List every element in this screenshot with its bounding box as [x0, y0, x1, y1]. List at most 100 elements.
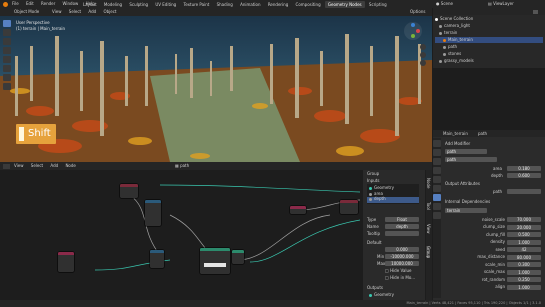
- measure-tool-icon[interactable]: [3, 83, 11, 90]
- scene-collection-row[interactable]: Scene Collection: [435, 16, 473, 22]
- outliner-filter-icon[interactable]: [533, 9, 538, 14]
- navigation-gizmo[interactable]: [404, 22, 422, 40]
- default-field[interactable]: 0.000: [385, 247, 419, 252]
- node-menu-add[interactable]: Add: [50, 163, 58, 168]
- sidebar-tab-view[interactable]: View: [426, 224, 431, 234]
- outliner-item-selected[interactable]: Main_terrain: [435, 37, 543, 43]
- area-field[interactable]: 0.180: [507, 166, 541, 171]
- cursor-tool-icon[interactable]: [3, 29, 11, 36]
- node-menu-node[interactable]: Node: [65, 163, 75, 168]
- modifier-name-field[interactable]: path: [445, 149, 487, 154]
- menu-edit[interactable]: Edit: [26, 1, 34, 6]
- menu-render[interactable]: Render: [41, 1, 55, 6]
- output-props-icon[interactable]: [433, 158, 441, 165]
- add-modifier-button[interactable]: Add Modifier: [445, 142, 470, 146]
- tab-rendering[interactable]: Rendering: [265, 1, 291, 8]
- depth-field[interactable]: 0.600: [507, 173, 541, 178]
- property-row-field[interactable]: 0.500: [507, 232, 541, 237]
- tab-scripting[interactable]: Scripting: [366, 1, 390, 8]
- hide-value-checkbox[interactable]: □ Hide Value: [385, 269, 411, 273]
- node-tree-selector[interactable]: ▦ path: [175, 164, 189, 168]
- physics-props-icon[interactable]: [433, 212, 441, 219]
- outliner-item[interactable]: camera_light: [439, 23, 470, 29]
- max-field[interactable]: 10000.000: [385, 261, 419, 266]
- mode-selector[interactable]: Object Mode: [14, 10, 39, 14]
- output-attributes-header[interactable]: Output Attributes: [445, 182, 480, 186]
- transform-tool-icon[interactable]: [3, 65, 11, 72]
- sidebar-tab-group[interactable]: Group: [426, 246, 431, 259]
- tool-props-icon[interactable]: [433, 140, 441, 147]
- property-row-field[interactable]: 70.000: [507, 217, 541, 222]
- axis-x-icon[interactable]: [416, 29, 420, 33]
- move-tool-icon[interactable]: [3, 38, 11, 45]
- property-row-field[interactable]: 1.000: [507, 269, 541, 275]
- options-dropdown[interactable]: Options: [410, 10, 425, 14]
- viewport-3d[interactable]: User Perspective (1) terrain | Main_terr…: [0, 16, 432, 162]
- tab-shading[interactable]: Shading: [214, 1, 236, 8]
- path-attribute-field[interactable]: [507, 189, 541, 194]
- render-props-icon[interactable]: [433, 149, 441, 156]
- editor-type-icon[interactable]: [3, 163, 10, 169]
- world-props-icon[interactable]: [433, 176, 441, 183]
- outliner-item[interactable]: stones: [443, 51, 461, 57]
- node-menu-view[interactable]: View: [14, 163, 24, 168]
- outliner-item[interactable]: grassy_models: [439, 58, 474, 64]
- scene-selector[interactable]: ● Scene: [436, 2, 453, 6]
- outputs-header[interactable]: Outputs: [367, 286, 383, 290]
- axis-y-icon[interactable]: [411, 34, 415, 38]
- axis-z-icon[interactable]: [411, 23, 415, 27]
- properties-modifier[interactable]: path: [478, 131, 487, 136]
- node-input-value[interactable]: [58, 252, 74, 272]
- tab-compositing[interactable]: Compositing: [293, 1, 324, 8]
- group-section-header[interactable]: Group: [367, 172, 379, 176]
- select-tool-icon[interactable]: [3, 20, 11, 27]
- tab-texture-paint[interactable]: Texture Paint: [181, 1, 213, 8]
- node-menu-select[interactable]: Select: [31, 163, 43, 168]
- property-row-field[interactable]: 0.300: [507, 262, 541, 267]
- outliner-item[interactable]: path: [443, 44, 457, 50]
- output-socket-item[interactable]: Geometry: [369, 293, 394, 297]
- tab-layout[interactable]: Layout: [80, 1, 100, 8]
- property-row-field[interactable]: 1.000: [507, 284, 541, 290]
- menu-file[interactable]: File: [12, 1, 19, 6]
- camera-view-icon[interactable]: [420, 60, 426, 66]
- viewlayer-selector[interactable]: ▤ ViewLayer: [488, 2, 514, 6]
- instanced-header[interactable]: Internal Dependencies: [445, 200, 490, 204]
- vp-menu-select[interactable]: Select: [69, 9, 81, 14]
- socket-item[interactable]: Geometry: [369, 186, 394, 190]
- vp-menu-object[interactable]: Object: [103, 9, 116, 14]
- node-group-input[interactable]: [120, 184, 138, 198]
- type-dropdown[interactable]: Float: [385, 217, 419, 222]
- node-math-1[interactable]: [145, 200, 161, 226]
- pan-icon[interactable]: [420, 52, 426, 58]
- properties-object[interactable]: Main_terrain: [443, 131, 468, 136]
- tab-modeling[interactable]: Modeling: [101, 1, 125, 8]
- property-row-field[interactable]: 42: [507, 247, 541, 252]
- name-field[interactable]: depth: [385, 224, 419, 229]
- min-field[interactable]: -10000.000: [385, 254, 419, 259]
- scene-props-icon[interactable]: [433, 167, 441, 174]
- tab-uv-editing[interactable]: UV Editing: [152, 1, 179, 8]
- node-geometry-1[interactable]: [200, 248, 230, 274]
- inputs-header[interactable]: Inputs: [367, 179, 379, 183]
- particles-props-icon[interactable]: [433, 203, 441, 210]
- scatter-name-field[interactable]: terrain: [445, 208, 487, 213]
- rotate-tool-icon[interactable]: [3, 47, 11, 54]
- hide-modifier-checkbox[interactable]: □ Hide in Mo...: [385, 276, 415, 280]
- property-row-field[interactable]: 20.000: [507, 224, 541, 230]
- node-group-output[interactable]: [340, 200, 358, 214]
- node-attribute[interactable]: [290, 206, 306, 214]
- tab-geometry-nodes[interactable]: Geometry Nodes: [324, 0, 365, 8]
- zoom-icon[interactable]: [420, 44, 426, 50]
- socket-item-selected[interactable]: depth: [367, 197, 419, 203]
- tab-sculpting[interactable]: Sculpting: [126, 1, 151, 8]
- annotate-tool-icon[interactable]: [3, 74, 11, 81]
- modifier-props-icon[interactable]: [433, 194, 441, 201]
- object-props-icon[interactable]: [433, 185, 441, 192]
- property-row-field[interactable]: 1.000: [507, 239, 541, 245]
- vp-menu-add[interactable]: Add: [88, 9, 96, 14]
- sidebar-tab-tool[interactable]: Tool: [426, 202, 431, 210]
- property-row-field[interactable]: 80.000: [507, 254, 541, 260]
- vp-menu-view[interactable]: View: [52, 9, 62, 14]
- geonode-tree-field[interactable]: path: [445, 157, 497, 162]
